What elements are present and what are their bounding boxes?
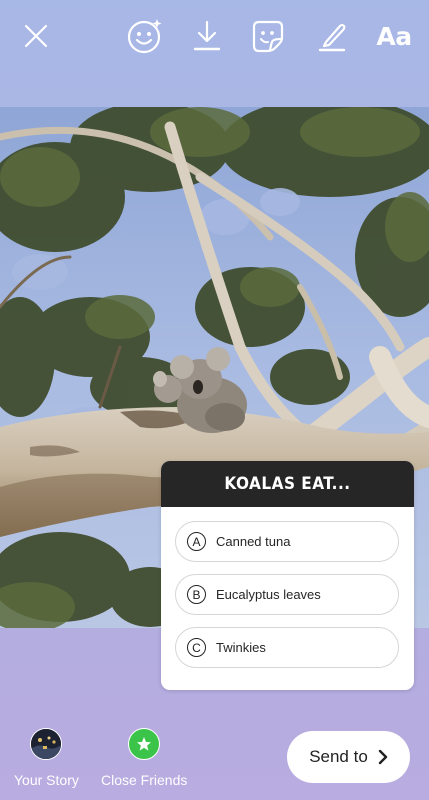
send-to-label: Send to xyxy=(309,747,368,766)
draw-button[interactable] xyxy=(310,14,354,58)
close-friends-label: Close Friends xyxy=(101,772,188,788)
quiz-title: KOALAS EAT... xyxy=(161,461,414,507)
close-friends-button[interactable]: Close Friends xyxy=(101,728,187,788)
option-text: Canned tuna xyxy=(216,534,291,549)
face-effects-button[interactable] xyxy=(123,14,167,58)
your-story-label: Your Story xyxy=(14,772,79,788)
close-button[interactable] xyxy=(14,14,58,58)
option-letter-badge: A xyxy=(187,532,206,551)
star-icon xyxy=(137,737,152,751)
quiz-option-a[interactable]: A Canned tuna xyxy=(175,521,399,562)
face-effects-icon xyxy=(127,19,162,54)
story-editor-toolbar: Aa xyxy=(0,0,429,72)
your-story-button[interactable]: Your Story xyxy=(14,728,79,788)
sticker-button[interactable] xyxy=(246,14,290,58)
quiz-sticker[interactable]: KOALAS EAT... A Canned tuna B Eucalyptus… xyxy=(161,461,414,690)
quiz-option-c[interactable]: C Twinkies xyxy=(175,627,399,668)
close-friends-badge xyxy=(128,728,161,760)
option-letter-badge: B xyxy=(187,585,206,604)
option-letter-badge: C xyxy=(187,638,206,657)
send-to-button[interactable]: Send to xyxy=(287,731,410,783)
close-icon xyxy=(24,24,48,48)
download-icon xyxy=(193,20,221,51)
draw-icon xyxy=(318,23,346,52)
chevron-right-icon xyxy=(378,749,387,765)
download-button[interactable] xyxy=(185,14,229,58)
quiz-options: A Canned tuna B Eucalyptus leaves C Twin… xyxy=(161,507,414,668)
sticker-icon xyxy=(252,20,284,53)
text-tool-button[interactable]: Aa xyxy=(371,14,417,58)
text-tool-label: Aa xyxy=(376,21,412,51)
avatar-image xyxy=(31,729,62,759)
avatar xyxy=(30,728,63,760)
quiz-option-b[interactable]: B Eucalyptus leaves xyxy=(175,574,399,615)
option-text: Twinkies xyxy=(216,640,266,655)
option-text: Eucalyptus leaves xyxy=(216,587,321,602)
